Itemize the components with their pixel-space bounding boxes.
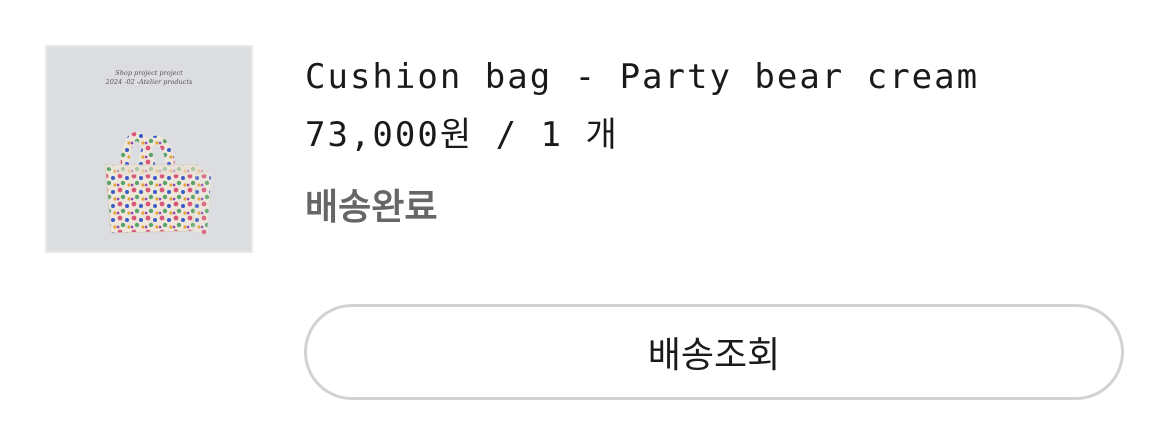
delivery-status: 배송완료 xyxy=(305,187,438,228)
order-info: Cushion bag - Party bear cream 73,000원 /… xyxy=(305,52,979,232)
thumbnail-caption-2: 2024 -02 -Atelier products xyxy=(105,78,193,86)
thumbnail-caption-1: Shop project project xyxy=(115,69,183,77)
tote-bag-icon: Shop project project 2024 -02 -Atelier p… xyxy=(104,69,211,235)
price-quantity: 73,000원 / 1 개 xyxy=(305,115,619,155)
product-name[interactable]: Cushion bag - Party bear cream xyxy=(305,52,979,102)
track-delivery-button[interactable]: 배송조회 xyxy=(304,304,1124,400)
product-thumbnail[interactable]: Shop project project 2024 -02 -Atelier p… xyxy=(45,45,253,253)
order-item: Shop project project 2024 -02 -Atelier p… xyxy=(0,0,1170,422)
